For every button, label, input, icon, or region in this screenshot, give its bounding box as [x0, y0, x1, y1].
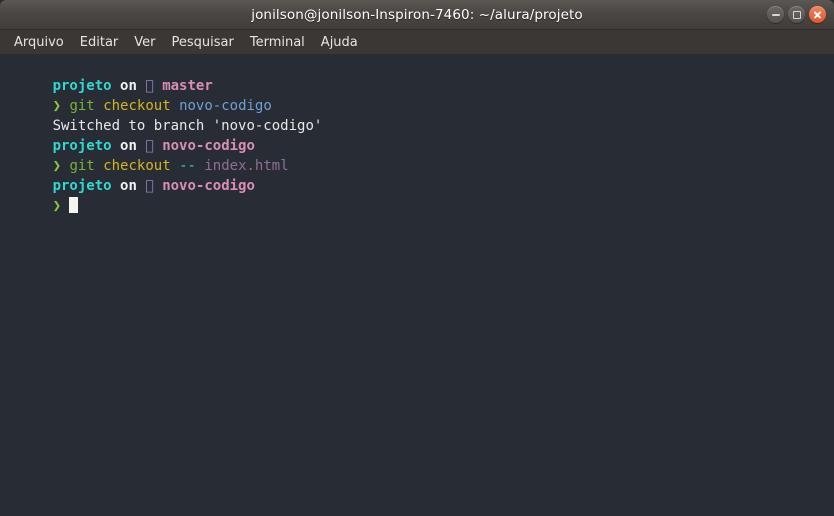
close-button[interactable] [809, 6, 826, 23]
prompt-directory: projeto [52, 178, 112, 194]
command-subcommand: checkout [103, 98, 171, 114]
prompt-branch-name: novo-codigo [162, 178, 255, 194]
prompt-on-keyword: on [120, 78, 137, 94]
command-name: git [69, 98, 95, 114]
terminal-window: jonilson@jonilson-Inspiron-7460: ~/alura… [0, 0, 834, 516]
menu-item-ajuda[interactable]: Ajuda [313, 33, 366, 52]
maximize-icon [792, 10, 801, 19]
prompt-directory: projeto [52, 138, 112, 154]
menu-bar: Arquivo Editar Ver Pesquisar Terminal Aj… [0, 30, 834, 55]
git-branch-icon:  [145, 178, 154, 194]
title-bar[interactable]: jonilson@jonilson-Inspiron-7460: ~/alura… [0, 0, 834, 30]
menu-item-terminal[interactable]: Terminal [242, 33, 313, 52]
prompt-arrow-icon: ❯ [52, 198, 62, 214]
terminal-output[interactable]: projeto on  master ❯ git checkout novo-… [0, 55, 834, 516]
prompt-on-keyword: on [120, 138, 137, 154]
menu-item-ver[interactable]: Ver [126, 33, 163, 52]
window-title: jonilson@jonilson-Inspiron-7460: ~/alura… [251, 6, 583, 23]
prompt-on-keyword: on [120, 178, 137, 194]
terminal-line: projeto on  master [2, 56, 834, 94]
command-flag: -- [179, 158, 196, 174]
command-subcommand: checkout [103, 158, 171, 174]
text-cursor [69, 197, 79, 213]
command-output-text: Switched to branch 'novo-codigo' [52, 118, 323, 134]
git-branch-icon:  [145, 138, 154, 154]
git-branch-icon:  [145, 78, 154, 94]
prompt-branch-name: novo-codigo [162, 138, 255, 154]
menu-item-editar[interactable]: Editar [72, 33, 127, 52]
maximize-button[interactable] [788, 6, 805, 23]
command-name: git [69, 158, 95, 174]
command-filename: index.html [204, 158, 289, 174]
prompt-arrow-icon: ❯ [52, 158, 62, 174]
command-argument: novo-codigo [179, 98, 272, 114]
close-icon [813, 10, 822, 19]
minimize-button[interactable] [767, 6, 784, 23]
minimize-icon [771, 13, 780, 16]
window-controls [767, 0, 826, 29]
prompt-directory: projeto [52, 78, 112, 94]
menu-item-arquivo[interactable]: Arquivo [6, 33, 72, 52]
prompt-branch-name: master [162, 78, 213, 94]
menu-item-pesquisar[interactable]: Pesquisar [164, 33, 242, 52]
prompt-arrow-icon: ❯ [52, 98, 62, 114]
